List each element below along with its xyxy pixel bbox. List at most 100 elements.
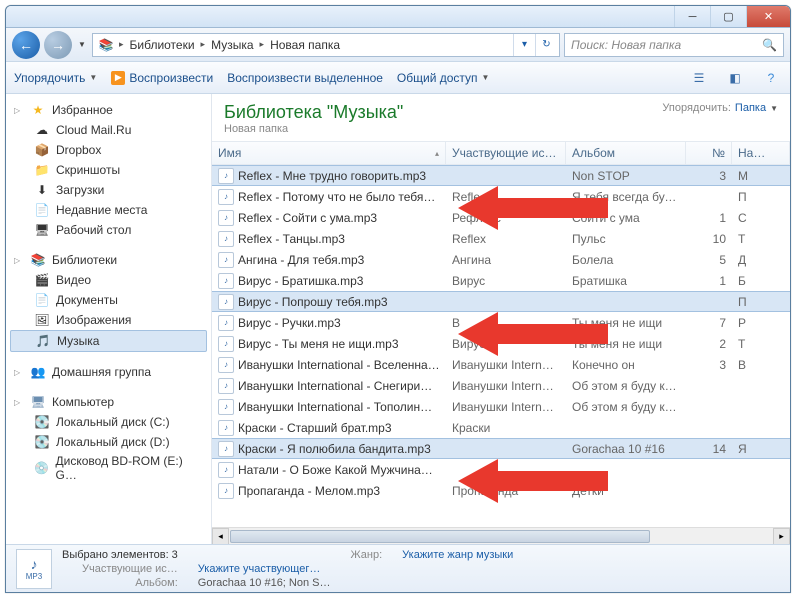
crumb-sep-icon[interactable]: ▸ bbox=[117, 39, 126, 50]
video-icon: 🎬 bbox=[34, 272, 50, 288]
sidebar-favorites-item[interactable]: 📦Dropbox bbox=[6, 140, 211, 160]
address-bar[interactable]: 📚 ▸ Библиотеки ▸ Музыка ▸ Новая папка ▾ … bbox=[92, 33, 560, 57]
sidebar-libraries-item[interactable]: 🎬Видео bbox=[6, 270, 211, 290]
status-bar: MP3 Выбрано элементов: 3 Жанр: Укажите ж… bbox=[6, 544, 790, 592]
folder-icon: 📁 bbox=[34, 162, 50, 178]
preview-pane-button[interactable]: ◧ bbox=[724, 67, 746, 89]
status-album: Gorachaa 10 #16; Non S… bbox=[198, 577, 331, 589]
close-button[interactable]: ✕ bbox=[746, 6, 790, 27]
docs-icon: 📄 bbox=[34, 292, 50, 308]
scroll-right-icon[interactable]: ▸ bbox=[773, 528, 790, 544]
col-album[interactable]: Альбом bbox=[566, 142, 686, 164]
sidebar-favorites-item[interactable]: ☁Cloud Mail.Ru bbox=[6, 120, 211, 140]
scroll-left-icon[interactable]: ◂ bbox=[212, 528, 229, 544]
body: ▷ ★ Избранное ☁Cloud Mail.Ru📦Dropbox📁Скр… bbox=[6, 94, 790, 544]
explorer-window: ─ ▢ ✕ ← → ▼ 📚 ▸ Библиотеки ▸ Музыка ▸ Но… bbox=[5, 5, 791, 593]
search-input[interactable]: Поиск: Новая папка 🔍 bbox=[564, 33, 784, 57]
organize-button[interactable]: Упорядочить ▼ bbox=[14, 71, 97, 85]
refresh-button[interactable]: ↻ bbox=[535, 34, 557, 56]
col-artist[interactable]: Участвующие ис… bbox=[446, 142, 566, 164]
expand-icon: ▷ bbox=[14, 106, 24, 115]
mp3-icon bbox=[218, 483, 234, 499]
breadcrumb-0[interactable]: Библиотеки bbox=[126, 38, 199, 52]
downloads-icon: ⬇ bbox=[34, 182, 50, 198]
library-header: Библиотека "Музыка" Новая папка Упорядоч… bbox=[212, 94, 790, 141]
sidebar-favorites-head[interactable]: ▷ ★ Избранное bbox=[6, 100, 211, 120]
mp3-icon bbox=[218, 231, 234, 247]
table-row[interactable]: Иванушки International - Вселенна… Ивану… bbox=[212, 354, 790, 375]
sidebar-libraries-item[interactable]: 🖼Изображения bbox=[6, 310, 211, 330]
bd-icon: 💿 bbox=[34, 460, 50, 476]
crumb-sep-icon[interactable]: ▸ bbox=[258, 39, 267, 50]
sidebar-libraries: ▷ 📚 Библиотеки 🎬Видео📄Документы🖼Изображе… bbox=[6, 250, 211, 352]
scroll-thumb[interactable] bbox=[230, 530, 650, 543]
table-row[interactable]: Вирус - Попрошу тебя.mp3 П bbox=[212, 291, 790, 312]
col-last[interactable]: На… bbox=[732, 142, 790, 164]
status-genre[interactable]: Укажите жанр музыки bbox=[402, 549, 513, 561]
play-icon: ▶ bbox=[111, 71, 125, 85]
breadcrumb-1[interactable]: Музыка bbox=[207, 38, 257, 52]
share-button[interactable]: Общий доступ ▼ bbox=[397, 71, 490, 85]
forward-button[interactable]: → bbox=[44, 31, 72, 59]
table-row[interactable]: Reflex - Мне трудно говорить.mp3 Non STO… bbox=[212, 165, 790, 186]
col-num[interactable]: № bbox=[686, 142, 732, 164]
help-button[interactable]: ? bbox=[760, 67, 782, 89]
sidebar-favorites: ▷ ★ Избранное ☁Cloud Mail.Ru📦Dropbox📁Скр… bbox=[6, 100, 211, 240]
mp3-icon bbox=[218, 420, 234, 436]
table-row[interactable]: Краски - Я полюбила бандита.mp3 Gorachaa… bbox=[212, 438, 790, 459]
sidebar-computer-item[interactable]: 💿Дисковод BD-ROM (E:) G… bbox=[6, 452, 211, 484]
sidebar-favorites-item[interactable]: 📄Недавние места bbox=[6, 200, 211, 220]
table-row[interactable]: Иванушки International - Снегири… Ивануш… bbox=[212, 375, 790, 396]
table-row[interactable]: Ангина - Для тебя.mp3 Ангина Болела 5 Д bbox=[212, 249, 790, 270]
arrange-by[interactable]: Упорядочить: Папка ▼ bbox=[662, 102, 778, 114]
sidebar-favorites-item[interactable]: ⬇Загрузки bbox=[6, 180, 211, 200]
sidebar-favorites-item[interactable]: 📁Скриншоты bbox=[6, 160, 211, 180]
minimize-button[interactable]: ─ bbox=[674, 6, 710, 27]
sidebar-libraries-item[interactable]: 🎵Музыка bbox=[10, 330, 207, 352]
table-row[interactable]: Reflex - Танцы.mp3 Reflex Пульс 10 Т bbox=[212, 228, 790, 249]
h-scrollbar[interactable]: ◂ ▸ bbox=[212, 527, 790, 544]
maximize-button[interactable]: ▢ bbox=[710, 6, 746, 27]
table-row[interactable]: Пропаганда - Мелом.mp3 Пропаганда Детки bbox=[212, 480, 790, 501]
sidebar-favorites-item[interactable]: 🖥Рабочий стол bbox=[6, 220, 211, 240]
mp3-icon bbox=[218, 315, 234, 331]
sidebar-libraries-head[interactable]: ▷ 📚 Библиотеки bbox=[6, 250, 211, 270]
status-artist[interactable]: Укажите участвующег… bbox=[198, 563, 331, 575]
table-row[interactable]: Вирус - Ты меня не ищи.mp3 Вирус Ты меня… bbox=[212, 333, 790, 354]
nav-bar: ← → ▼ 📚 ▸ Библиотеки ▸ Музыка ▸ Новая па… bbox=[6, 28, 790, 62]
mp3-icon bbox=[218, 357, 234, 373]
table-row[interactable]: Вирус - Ручки.mp3 В Ты меня не ищи 7 Р bbox=[212, 312, 790, 333]
sidebar-libraries-item[interactable]: 📄Документы bbox=[6, 290, 211, 310]
file-list[interactable]: Reflex - Мне трудно говорить.mp3 Non STO… bbox=[212, 165, 790, 527]
cloud-icon: ☁ bbox=[34, 122, 50, 138]
status-selected: Выбрано элементов: 3 bbox=[62, 549, 178, 561]
table-row[interactable]: Reflex - Сойти с ума.mp3 Рефлекс Сойти с… bbox=[212, 207, 790, 228]
mp3-icon bbox=[218, 168, 234, 184]
sidebar-computer-item[interactable]: 💽Локальный диск (C:) bbox=[6, 412, 211, 432]
table-row[interactable]: Краски - Старший брат.mp3 Краски bbox=[212, 417, 790, 438]
back-button[interactable]: ← bbox=[12, 31, 40, 59]
play-selected-button[interactable]: Воспроизвести выделенное bbox=[227, 71, 383, 85]
view-button[interactable]: ☰ bbox=[688, 67, 710, 89]
mp3-icon bbox=[218, 462, 234, 478]
sidebar-computer-head[interactable]: ▷ 🖥 Компьютер bbox=[6, 392, 211, 412]
play-button[interactable]: ▶ Воспроизвести bbox=[111, 71, 213, 85]
expand-icon: ▷ bbox=[14, 368, 24, 377]
crumb-sep-icon[interactable]: ▸ bbox=[199, 39, 208, 50]
table-row[interactable]: Reflex - Потому что не было тебя… Refle … bbox=[212, 186, 790, 207]
addr-dropdown[interactable]: ▾ bbox=[513, 34, 535, 56]
images-icon: 🖼 bbox=[34, 312, 50, 328]
breadcrumb-2[interactable]: Новая папка bbox=[266, 38, 344, 52]
col-name[interactable]: Имя▴ bbox=[212, 142, 446, 164]
toolbar: Упорядочить ▼ ▶ Воспроизвести Воспроизве… bbox=[6, 62, 790, 94]
recent-dropdown[interactable]: ▼ bbox=[76, 40, 88, 49]
sidebar-computer-item[interactable]: 💽Локальный диск (D:) bbox=[6, 432, 211, 452]
computer-icon: 🖥 bbox=[30, 394, 46, 410]
music-icon: 🎵 bbox=[35, 333, 51, 349]
table-row[interactable]: Иванушки International - Тополин… Ивануш… bbox=[212, 396, 790, 417]
table-row[interactable]: Натали - О Боже Какой Мужчина… bbox=[212, 459, 790, 480]
mp3-icon bbox=[218, 399, 234, 415]
table-row[interactable]: Вирус - Братишка.mp3 Вирус Братишка 1 Б bbox=[212, 270, 790, 291]
library-icon: 📚 bbox=[30, 252, 46, 268]
sidebar-homegroup-head[interactable]: ▷ 👥 Домашняя группа bbox=[6, 362, 211, 382]
